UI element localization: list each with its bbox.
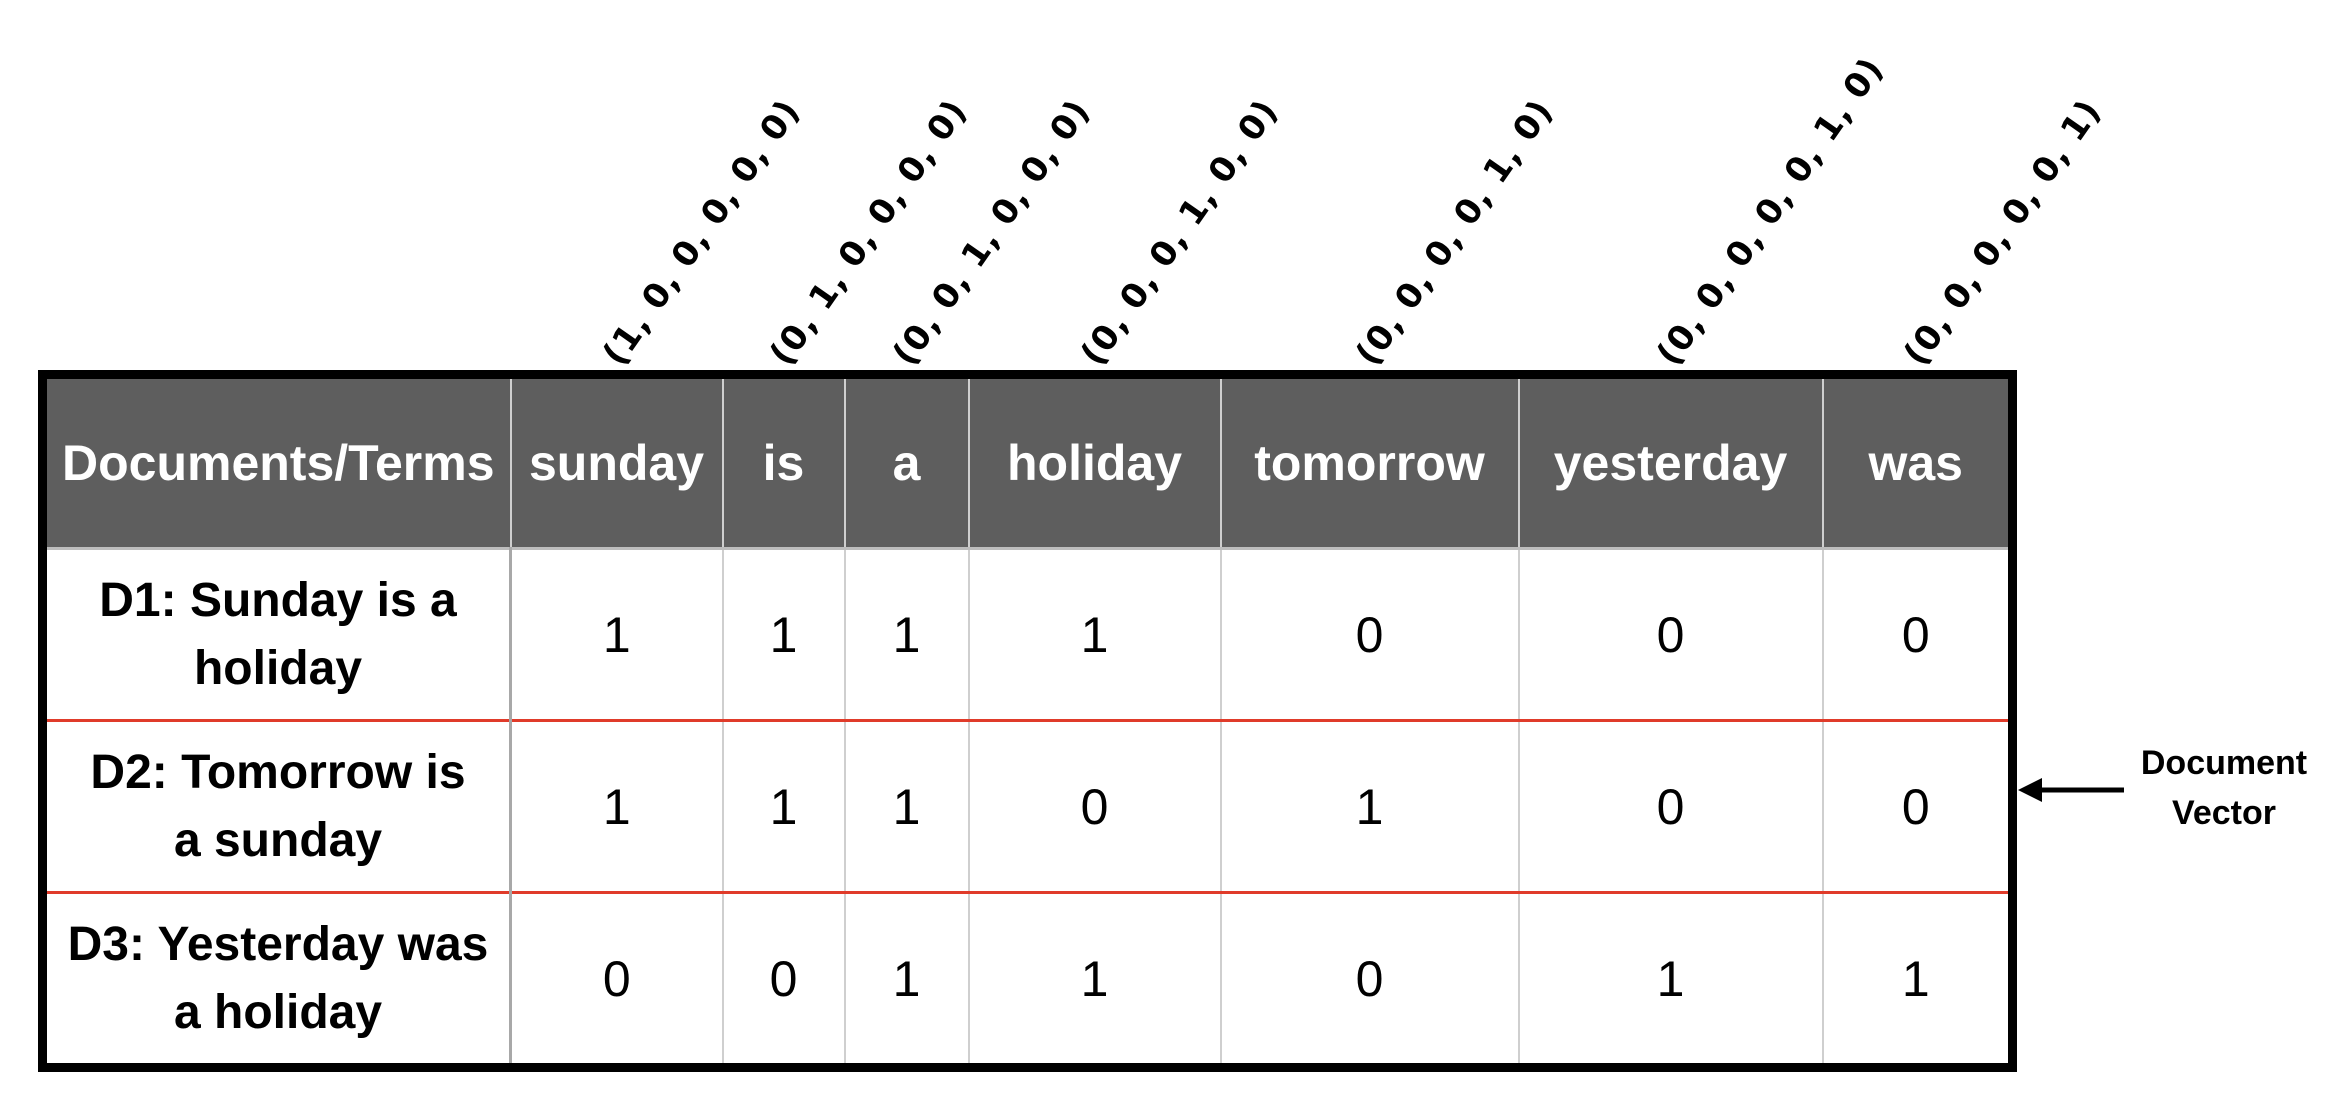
value-cell: 1	[967, 547, 1221, 721]
value-cell: 1	[843, 719, 969, 893]
value-cell: 0	[1219, 891, 1519, 1068]
document-label-line1: D3: Yesterday was	[67, 917, 489, 971]
table-row: D3: Yesterday was a holiday 0 0 1 1 0 1 1	[42, 891, 2013, 1068]
term-header-a: a	[843, 374, 969, 549]
value-cell: 1	[843, 891, 969, 1068]
term-header-tomorrow: tomorrow	[1219, 374, 1519, 549]
header-row: Documents/Terms sunday is a holiday tomo…	[42, 374, 2013, 549]
value-cell: 1	[1219, 719, 1519, 893]
document-label-line1: D2: Tomorrow is	[90, 745, 466, 799]
document-label-line1: D1: Sunday is a	[99, 573, 457, 627]
term-header-sunday: sunday	[509, 374, 723, 549]
value-cell: 1	[1821, 891, 2013, 1068]
table-row: D2: Tomorrow is a sunday 1 1 1 0 1 0 0	[42, 719, 2013, 893]
term-header-is: is	[721, 374, 845, 549]
value-cell: 0	[967, 719, 1221, 893]
value-cell: 0	[1821, 719, 2013, 893]
value-cell: 0	[1219, 547, 1519, 721]
document-term-matrix: Documents/Terms sunday is a holiday tomo…	[38, 370, 2017, 1072]
value-cell: 1	[967, 891, 1221, 1068]
value-cell: 0	[1517, 719, 1823, 893]
one-hot-vector-labels: (1, 0, 0, 0, 0, 0) (0, 1, 0, 0, 0, 0) (0…	[0, 0, 2340, 380]
annotation-line2: Vector	[2172, 794, 2276, 832]
table-row: D1: Sunday is a holiday 1 1 1 1 0 0 0	[42, 547, 2013, 721]
value-cell: 0	[509, 891, 723, 1068]
left-arrow-icon	[2018, 778, 2124, 802]
document-label-line2: a holiday	[173, 985, 383, 1039]
term-header-holiday: holiday	[967, 374, 1221, 549]
document-label: D3: Yesterday was a holiday	[42, 891, 512, 1068]
value-cell: 0	[1517, 547, 1823, 721]
document-label: D1: Sunday is a holiday	[42, 547, 512, 721]
value-cell: 1	[721, 719, 845, 893]
value-cell: 1	[509, 719, 723, 893]
term-header-was: was	[1821, 374, 2013, 549]
value-cell: 0	[721, 891, 845, 1068]
annotation-line1: Document	[2140, 744, 2308, 782]
term-header-yesterday: yesterday	[1517, 374, 1823, 549]
document-label: D2: Tomorrow is a sunday	[42, 719, 512, 893]
value-cell: 0	[1821, 547, 2013, 721]
vector-label-tomorrow: (0, 0, 0, 0, 1, 0)	[1347, 92, 1561, 373]
vector-label-was: (0, 0, 0, 0, 0, 1)	[1895, 92, 2109, 373]
vector-label-yesterday: (0, 0, 0, 0, 0, 1, 0)	[1648, 50, 1892, 373]
value-cell: 1	[1517, 891, 1823, 1068]
document-vector-annotation: Document Vector	[2124, 738, 2324, 838]
value-cell: 1	[509, 547, 723, 721]
document-label-line2: holiday	[193, 641, 363, 695]
document-label-line2: a sunday	[173, 813, 383, 867]
corner-header: Documents/Terms	[42, 374, 511, 549]
value-cell: 1	[721, 547, 845, 721]
vector-label-holiday: (0, 0, 0, 1, 0, 0)	[1072, 92, 1286, 373]
value-cell: 1	[843, 547, 969, 721]
